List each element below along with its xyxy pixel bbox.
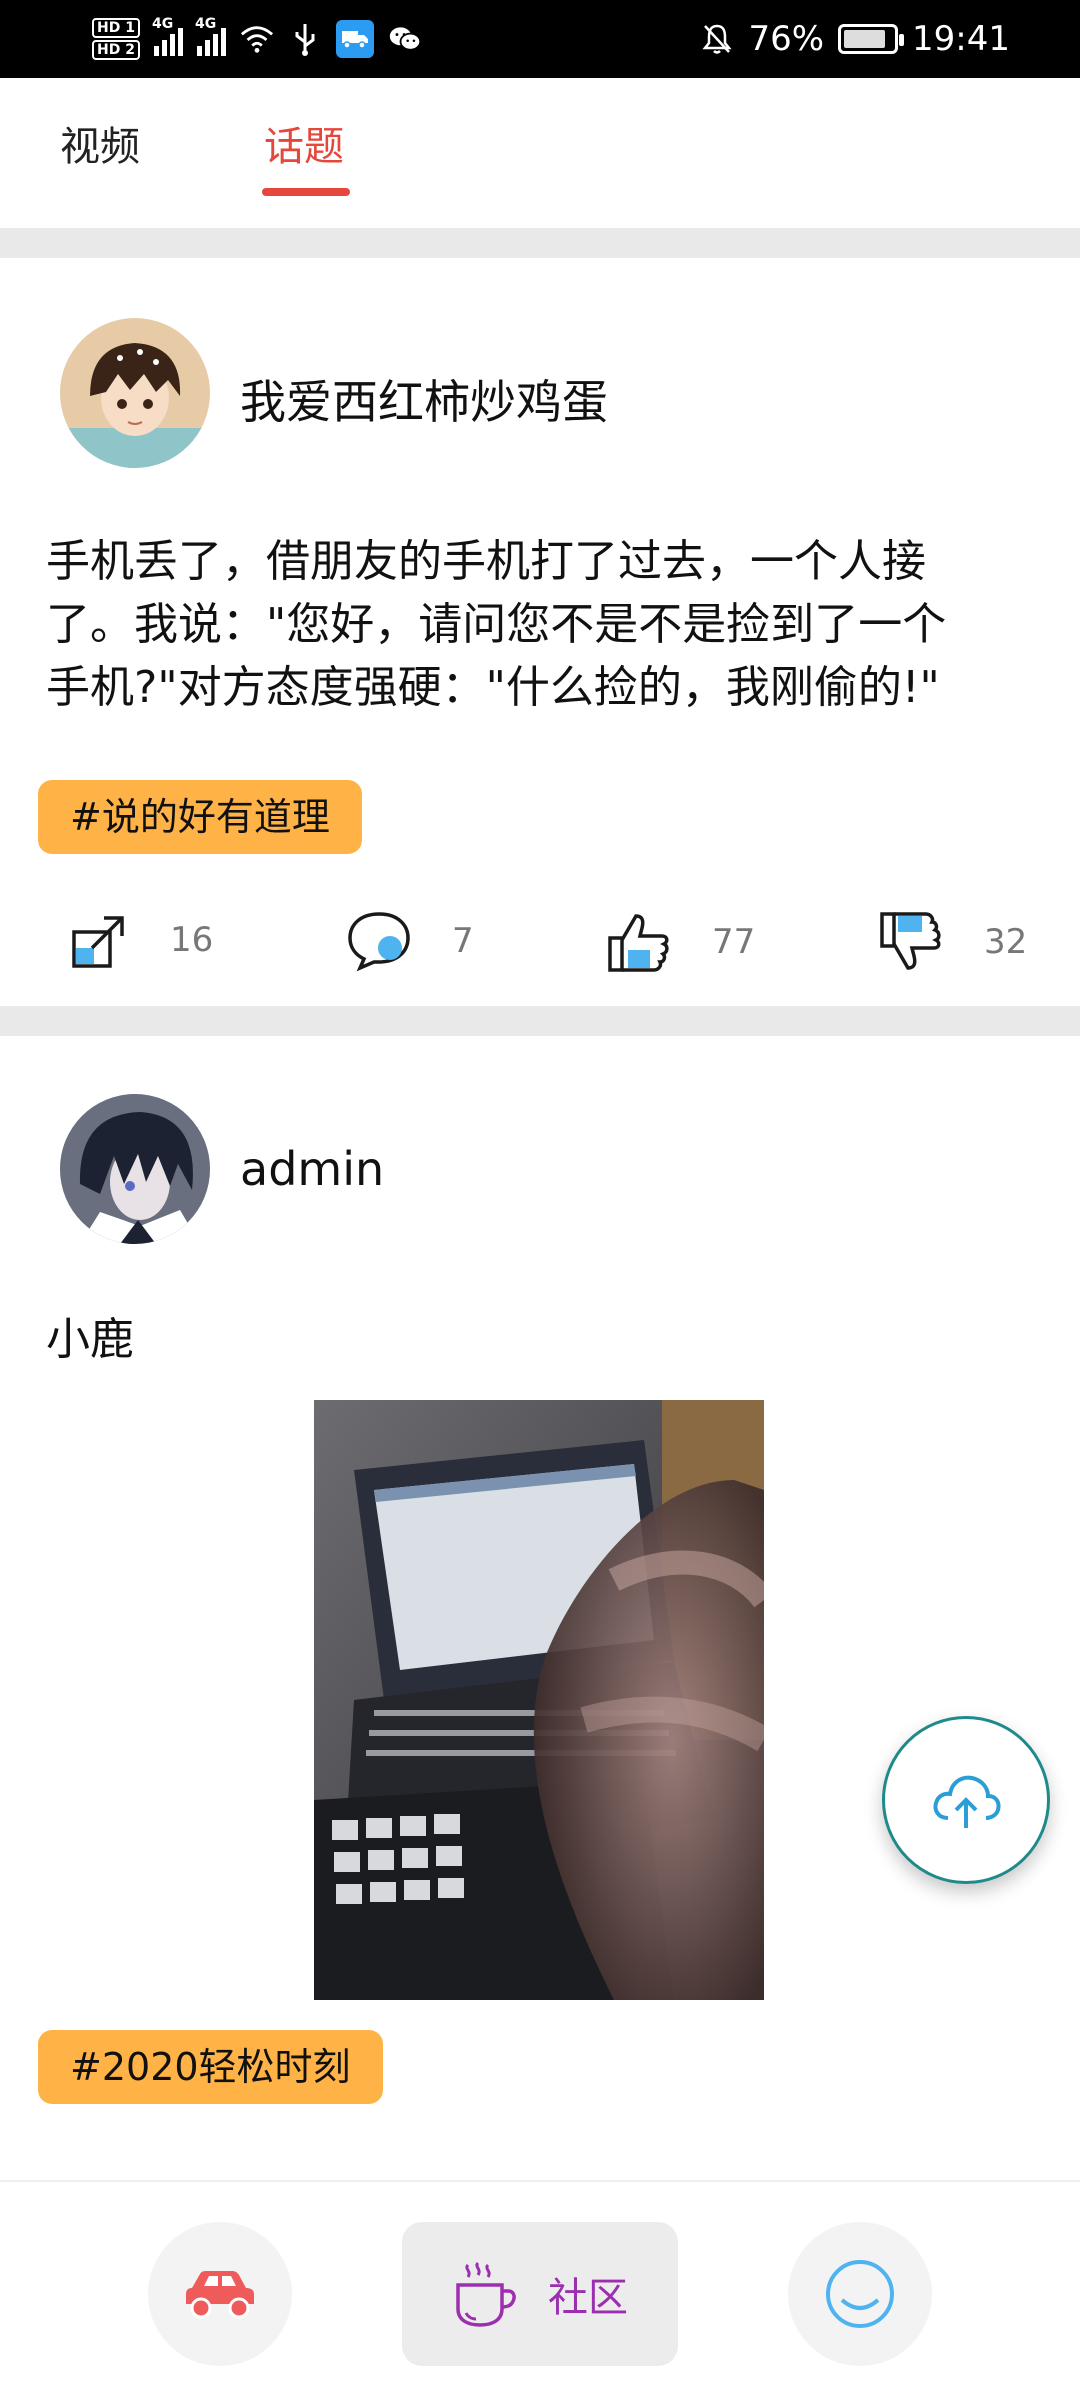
- network2-label: 4G: [194, 16, 217, 32]
- post-content: 小鹿: [46, 1314, 134, 1365]
- status-bar: HD 1 HD 2 4G 4G 76% 19:41: [0, 0, 1080, 78]
- signal-1-icon: 4G: [152, 16, 183, 56]
- dislike-button[interactable]: 32: [878, 910, 1027, 974]
- bell-muted-icon: [700, 22, 734, 56]
- network1-label: 4G: [151, 16, 174, 32]
- coffee-cup-icon: [456, 2261, 516, 2327]
- car-icon: [186, 2271, 254, 2319]
- usb-icon: [288, 22, 322, 56]
- bottom-navigation: 社区: [0, 2180, 1080, 2400]
- upload-fab-button[interactable]: [882, 1716, 1050, 1884]
- comment-icon: [348, 912, 410, 972]
- topic-tag[interactable]: #2020轻松时刻: [38, 2030, 383, 2104]
- tab-topics[interactable]: 话题: [264, 114, 344, 172]
- nav-community-button[interactable]: 社区: [402, 2222, 678, 2366]
- post-card: admin 小鹿 #2020轻松时刻: [0, 1036, 1080, 2180]
- clock: 19:41: [912, 19, 1010, 59]
- topic-tag[interactable]: #说的好有道理: [38, 780, 362, 854]
- post-username[interactable]: admin: [240, 1142, 384, 1196]
- battery-percent: 76%: [748, 19, 825, 59]
- section-divider: [0, 1006, 1080, 1036]
- user-avatar[interactable]: [60, 318, 210, 468]
- hd1-label: HD 1: [92, 18, 140, 38]
- like-count: 77: [712, 922, 756, 962]
- nav-profile-button[interactable]: [788, 2222, 932, 2366]
- nav-car-button[interactable]: [148, 2222, 292, 2366]
- hd2-label: HD 2: [92, 40, 140, 60]
- tab-video[interactable]: 视频: [60, 114, 140, 172]
- nav-community-label: 社区: [548, 2275, 628, 2321]
- status-left: HD 1 HD 2 4G 4G: [92, 10, 422, 68]
- comment-button[interactable]: 7: [346, 910, 474, 972]
- top-tabs: 视频 话题: [0, 78, 1080, 228]
- post-content-line: 了。我说："您好，请问您不是不是捡到了一个: [46, 599, 947, 650]
- hd-indicator: HD 1 HD 2: [92, 17, 140, 61]
- cloud-upload-icon: [933, 1775, 1001, 1828]
- app-screen: HD 1 HD 2 4G 4G 76% 19:41 视频 话题 我爱西红柿炒鸡蛋…: [0, 0, 1080, 2400]
- post-content-line: 手机?"对方态度强硬："什么捡的，我刚偷的!": [46, 662, 940, 713]
- wifi-icon: [240, 22, 274, 56]
- user-avatar[interactable]: [60, 1094, 210, 1244]
- section-divider: [0, 228, 1080, 258]
- share-icon: [72, 916, 124, 968]
- share-count: 16: [170, 920, 214, 960]
- delivery-app-icon: [335, 20, 374, 58]
- battery-icon: [838, 24, 905, 54]
- thumbs-up-icon: [608, 914, 669, 972]
- post-content-line: 手机丢了，借朋友的手机打了过去，一个人接: [46, 536, 926, 587]
- post-content: 手机丢了，借朋友的手机打了过去，一个人接 了。我说："您好，请问您不是不是捡到了…: [46, 530, 1046, 719]
- wechat-icon: [388, 22, 422, 56]
- post-username[interactable]: 我爱西红柿炒鸡蛋: [240, 366, 608, 432]
- like-button[interactable]: 77: [606, 910, 755, 974]
- post-card: 我爱西红柿炒鸡蛋 手机丢了，借朋友的手机打了过去，一个人接 了。我说："您好，请…: [0, 258, 1080, 1006]
- signal-2-icon: 4G: [195, 16, 226, 56]
- smile-face-icon: [826, 2260, 894, 2328]
- thumbs-down-icon: [880, 912, 941, 970]
- status-right: 76% 19:41: [700, 10, 1010, 68]
- active-tab-indicator: [262, 188, 350, 196]
- dislike-count: 32: [984, 922, 1028, 962]
- comment-count: 7: [452, 921, 474, 961]
- post-photo[interactable]: [314, 1400, 764, 2000]
- share-button[interactable]: 16: [70, 910, 213, 970]
